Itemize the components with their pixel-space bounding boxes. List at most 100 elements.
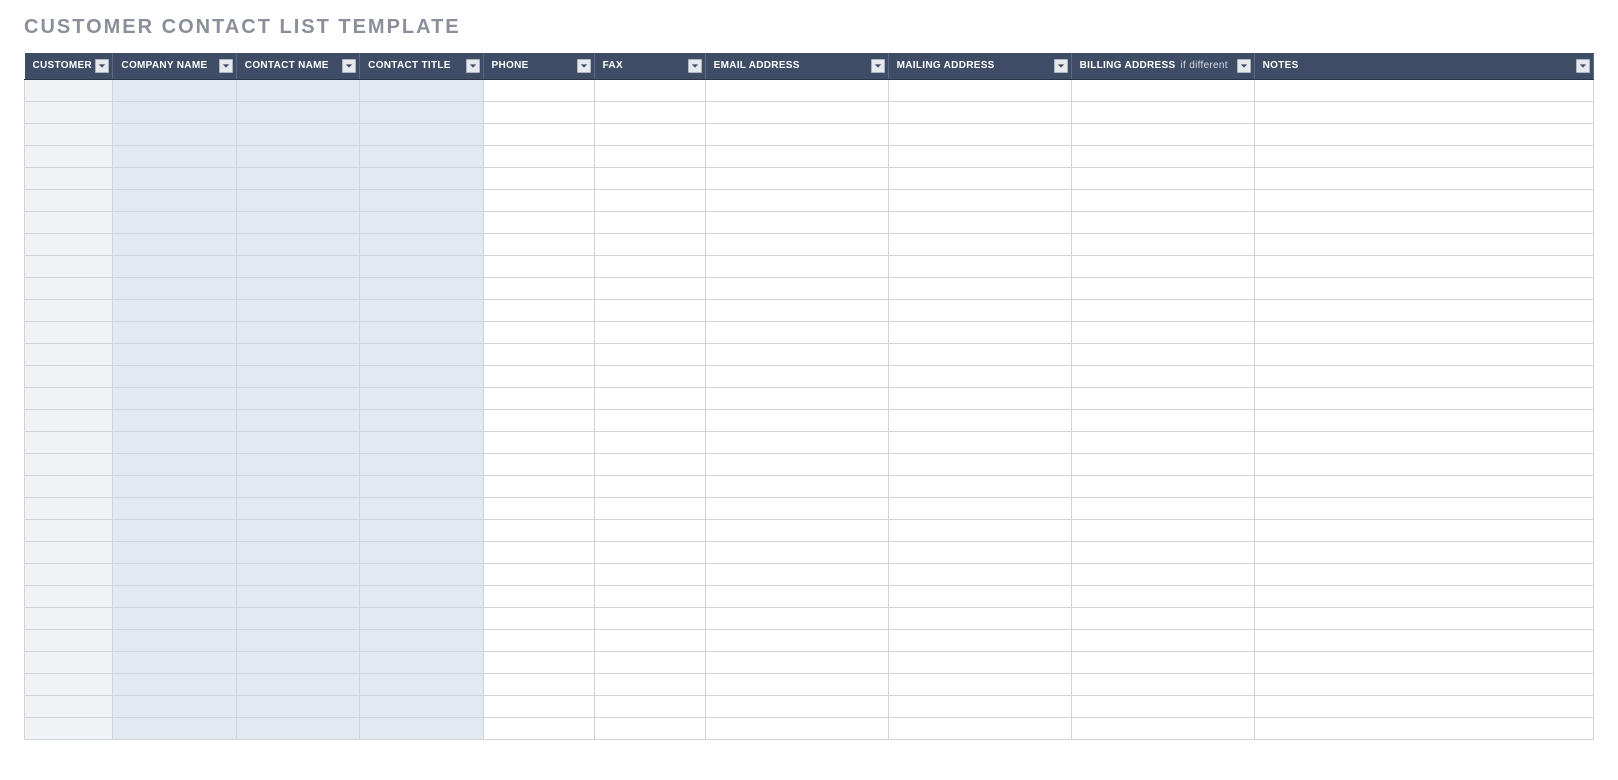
cell[interactable] bbox=[236, 365, 359, 387]
cell[interactable] bbox=[705, 519, 888, 541]
cell[interactable] bbox=[1071, 123, 1254, 145]
cell[interactable] bbox=[360, 695, 483, 717]
cell[interactable] bbox=[705, 189, 888, 211]
cell[interactable] bbox=[360, 299, 483, 321]
filter-dropdown-icon[interactable] bbox=[95, 59, 109, 73]
cell[interactable] bbox=[113, 629, 236, 651]
cell[interactable] bbox=[113, 255, 236, 277]
cell[interactable] bbox=[236, 431, 359, 453]
cell[interactable] bbox=[888, 475, 1071, 497]
cell[interactable] bbox=[360, 343, 483, 365]
cell[interactable] bbox=[113, 343, 236, 365]
cell[interactable] bbox=[1254, 519, 1593, 541]
cell[interactable] bbox=[1071, 343, 1254, 365]
cell[interactable] bbox=[705, 255, 888, 277]
cell[interactable] bbox=[113, 123, 236, 145]
cell[interactable] bbox=[1071, 519, 1254, 541]
cell[interactable] bbox=[1071, 629, 1254, 651]
cell[interactable] bbox=[360, 101, 483, 123]
cell[interactable] bbox=[1071, 717, 1254, 739]
cell[interactable] bbox=[1071, 607, 1254, 629]
cell[interactable] bbox=[360, 409, 483, 431]
cell[interactable] bbox=[888, 629, 1071, 651]
cell[interactable] bbox=[113, 79, 236, 101]
cell[interactable] bbox=[888, 717, 1071, 739]
cell[interactable] bbox=[236, 695, 359, 717]
cell[interactable] bbox=[594, 563, 705, 585]
cell[interactable] bbox=[360, 167, 483, 189]
cell[interactable] bbox=[360, 255, 483, 277]
cell[interactable] bbox=[705, 651, 888, 673]
cell[interactable] bbox=[888, 145, 1071, 167]
cell[interactable] bbox=[25, 277, 113, 299]
cell[interactable] bbox=[594, 211, 705, 233]
cell[interactable] bbox=[1071, 541, 1254, 563]
cell[interactable] bbox=[1071, 79, 1254, 101]
cell[interactable] bbox=[705, 607, 888, 629]
cell[interactable] bbox=[113, 101, 236, 123]
filter-dropdown-icon[interactable] bbox=[577, 59, 591, 73]
cell[interactable] bbox=[236, 79, 359, 101]
cell[interactable] bbox=[25, 409, 113, 431]
cell[interactable] bbox=[483, 563, 594, 585]
cell[interactable] bbox=[888, 101, 1071, 123]
cell[interactable] bbox=[360, 541, 483, 563]
cell[interactable] bbox=[888, 519, 1071, 541]
cell[interactable] bbox=[1254, 123, 1593, 145]
cell[interactable] bbox=[113, 167, 236, 189]
cell[interactable] bbox=[1254, 541, 1593, 563]
cell[interactable] bbox=[1071, 321, 1254, 343]
cell[interactable] bbox=[360, 431, 483, 453]
cell[interactable] bbox=[113, 651, 236, 673]
cell[interactable] bbox=[888, 167, 1071, 189]
cell[interactable] bbox=[705, 167, 888, 189]
cell[interactable] bbox=[1071, 189, 1254, 211]
cell[interactable] bbox=[888, 365, 1071, 387]
cell[interactable] bbox=[1071, 475, 1254, 497]
cell[interactable] bbox=[483, 255, 594, 277]
cell[interactable] bbox=[1254, 651, 1593, 673]
cell[interactable] bbox=[483, 167, 594, 189]
cell[interactable] bbox=[594, 453, 705, 475]
cell[interactable] bbox=[483, 101, 594, 123]
cell[interactable] bbox=[236, 277, 359, 299]
cell[interactable] bbox=[25, 585, 113, 607]
cell[interactable] bbox=[25, 233, 113, 255]
cell[interactable] bbox=[25, 431, 113, 453]
cell[interactable] bbox=[236, 651, 359, 673]
cell[interactable] bbox=[25, 453, 113, 475]
cell[interactable] bbox=[594, 123, 705, 145]
cell[interactable] bbox=[1254, 585, 1593, 607]
cell[interactable] bbox=[236, 189, 359, 211]
cell[interactable] bbox=[888, 585, 1071, 607]
cell[interactable] bbox=[360, 123, 483, 145]
cell[interactable] bbox=[888, 299, 1071, 321]
cell[interactable] bbox=[360, 585, 483, 607]
cell[interactable] bbox=[113, 321, 236, 343]
cell[interactable] bbox=[113, 233, 236, 255]
cell[interactable] bbox=[113, 607, 236, 629]
cell[interactable] bbox=[113, 717, 236, 739]
cell[interactable] bbox=[888, 651, 1071, 673]
cell[interactable] bbox=[705, 321, 888, 343]
cell[interactable] bbox=[483, 607, 594, 629]
cell[interactable] bbox=[483, 497, 594, 519]
cell[interactable] bbox=[1254, 145, 1593, 167]
cell[interactable] bbox=[25, 475, 113, 497]
cell[interactable] bbox=[705, 431, 888, 453]
cell[interactable] bbox=[1071, 453, 1254, 475]
cell[interactable] bbox=[1071, 255, 1254, 277]
cell[interactable] bbox=[360, 717, 483, 739]
cell[interactable] bbox=[360, 211, 483, 233]
cell[interactable] bbox=[1254, 189, 1593, 211]
cell[interactable] bbox=[594, 717, 705, 739]
cell[interactable] bbox=[483, 585, 594, 607]
filter-dropdown-icon[interactable] bbox=[219, 59, 233, 73]
cell[interactable] bbox=[594, 695, 705, 717]
cell[interactable] bbox=[113, 211, 236, 233]
cell[interactable] bbox=[483, 519, 594, 541]
cell[interactable] bbox=[25, 101, 113, 123]
cell[interactable] bbox=[483, 321, 594, 343]
cell[interactable] bbox=[1254, 299, 1593, 321]
cell[interactable] bbox=[25, 673, 113, 695]
